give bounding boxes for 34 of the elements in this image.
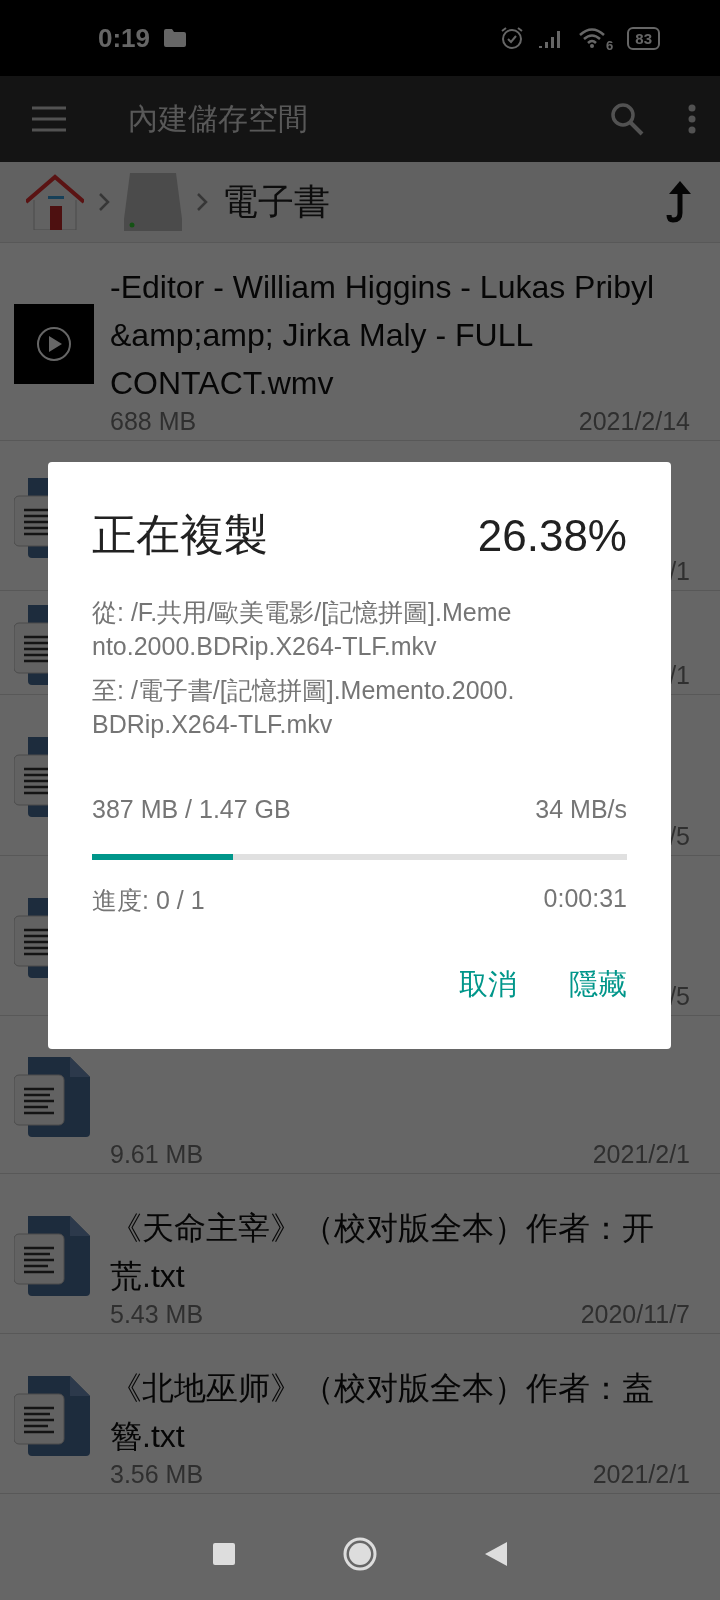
toolbar-title: 內建儲存空間 xyxy=(128,100,309,137)
alarm-icon xyxy=(500,26,525,50)
video-thumbnail-icon xyxy=(14,303,94,384)
destination-path: 至: /電子書/[記憶拼圖].Memento.2000.BDRip.X264-TLF.mkv xyxy=(92,675,516,740)
file-name[interactable]: 《天命主宰》（校对版全本）作者：开荒.txt xyxy=(110,1204,690,1300)
source-path: 從: /F.共用/歐美電影/[記憶拼圖].Memento.2000.BDRip.X264-TLF.mkv xyxy=(92,597,513,662)
up-arrow-icon[interactable] xyxy=(666,181,692,223)
menu-icon[interactable] xyxy=(32,106,66,132)
more-icon[interactable] xyxy=(688,104,696,134)
file-count: 進度: 0 / 1 xyxy=(92,885,205,916)
dialog-title: 正在複製 xyxy=(92,509,268,561)
drive-icon[interactable] xyxy=(124,173,182,231)
home-icon[interactable] xyxy=(26,174,84,230)
transferred-size: 387 MB / 1.47 GB xyxy=(92,795,291,824)
wifi-icon xyxy=(578,27,607,49)
document-icon xyxy=(14,1215,90,1296)
dialog-button[interactable]: 取消 xyxy=(459,965,517,1005)
transfer-speed: 34 MB/s xyxy=(535,795,627,824)
home-button-icon[interactable] xyxy=(343,1537,377,1571)
progress-percent: 26.38% xyxy=(477,510,627,561)
document-icon xyxy=(14,1375,90,1456)
clock: 0:19 xyxy=(98,22,151,54)
search-icon[interactable] xyxy=(610,102,644,136)
folder-icon xyxy=(164,29,187,47)
dialog-button[interactable]: 隱藏 xyxy=(569,965,627,1005)
file-name[interactable]: 《北地巫师》（校对版全本）作者：盍簪.txt xyxy=(110,1364,690,1460)
wifi-standard-label: 6 xyxy=(606,37,614,53)
chevron-icon xyxy=(98,192,110,212)
back-icon[interactable] xyxy=(485,1542,507,1566)
chevron-icon xyxy=(196,192,208,212)
file-name[interactable]: -Editor - William Higgins - Lukas Pribyl &amp;amp; Jirka Maly - FULL CONTACT.wmv xyxy=(110,263,690,407)
time-remaining: 0:00:31 xyxy=(543,884,627,914)
battery-indicator: 83 xyxy=(627,26,660,50)
document-icon xyxy=(14,1056,90,1137)
